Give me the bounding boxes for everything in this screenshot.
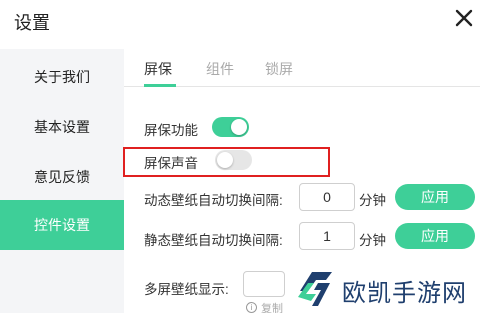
sidebar-item-about[interactable]: 关于我们 xyxy=(0,52,124,102)
toggle-knob xyxy=(231,119,247,135)
static-interval-apply-button[interactable]: 应用 xyxy=(395,223,475,249)
watermark-text: 欧凯手游网 xyxy=(342,280,467,307)
static-interval-input[interactable]: 1 xyxy=(299,222,355,250)
info-icon: i xyxy=(246,302,257,313)
close-icon[interactable] xyxy=(455,9,473,27)
watermark: 欧凯手游网 xyxy=(290,265,480,313)
screensaver-label: 屏保功能 xyxy=(144,123,198,138)
sidebar-item-basic-settings[interactable]: 基本设置 xyxy=(0,102,124,152)
dynamic-interval-label: 动态壁纸自动切换间隔: xyxy=(144,193,283,208)
multi-screen-hint: 复制 xyxy=(261,303,283,313)
sidebar-item-feedback[interactable]: 意见反馈 xyxy=(0,152,124,202)
dynamic-interval-unit: 分钟 xyxy=(359,193,386,208)
screensaver-sound-label: 屏保声音 xyxy=(144,156,198,171)
screensaver-toggle[interactable] xyxy=(212,117,249,137)
window-title: 设置 xyxy=(14,13,50,33)
active-tab-indicator xyxy=(144,84,176,87)
tab-bar: 屏保 组件 锁屏 xyxy=(124,49,480,87)
watermark-logo-icon xyxy=(298,272,332,306)
screensaver-sound-toggle[interactable] xyxy=(215,150,252,170)
static-interval-unit: 分钟 xyxy=(359,233,386,248)
dynamic-interval-input[interactable]: 0 xyxy=(299,183,355,211)
toggle-knob xyxy=(217,152,233,168)
static-interval-label: 静态壁纸自动切换间隔: xyxy=(144,233,283,248)
multi-screen-label: 多屏壁纸显示: xyxy=(144,282,229,297)
tab-lockscreen[interactable]: 锁屏 xyxy=(265,59,293,79)
tab-screensaver[interactable]: 屏保 xyxy=(144,59,172,79)
dynamic-interval-apply-button[interactable]: 应用 xyxy=(395,184,475,210)
multi-screen-select[interactable] xyxy=(243,271,285,297)
sidebar-item-widget-settings[interactable]: 控件设置 xyxy=(0,200,124,250)
tab-widgets[interactable]: 组件 xyxy=(206,59,234,79)
sidebar: 关于我们 基本设置 意见反馈 控件设置 xyxy=(0,49,124,313)
